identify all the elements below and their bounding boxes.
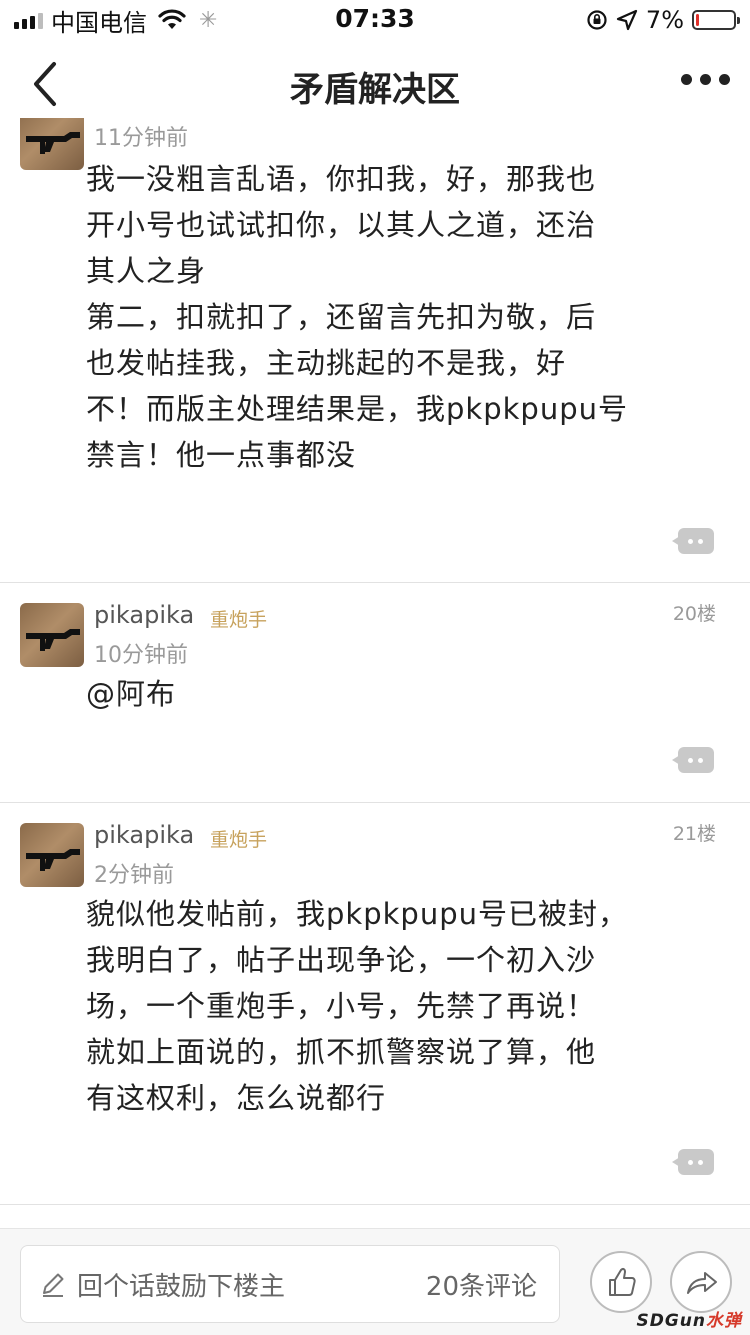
username[interactable]: pikapika (94, 601, 194, 629)
thumbs-up-icon (609, 1267, 636, 1296)
comment-time: 11分钟前 (94, 126, 188, 151)
avatar[interactable] (20, 603, 84, 667)
rifle-icon (26, 132, 80, 154)
more-dots-icon (681, 74, 692, 85)
rank-badge: 重炮手 (210, 609, 268, 631)
share-button[interactable] (670, 1251, 732, 1313)
divider (0, 1204, 750, 1205)
nav-bar: 矛盾解决区 (0, 40, 750, 128)
battery-level (696, 14, 699, 26)
watermark-logo: SDGun水弹 (636, 1311, 742, 1331)
comment-content: @阿布 (86, 677, 177, 711)
orientation-lock-icon (587, 10, 607, 30)
comment-item: pikapika 重炮手 21楼 2分钟前 貌似他发帖前，我pkpkpupu号已… (0, 803, 750, 1203)
username[interactable]: pikapika (94, 821, 194, 849)
comment-count[interactable]: 20条评论 (426, 1266, 537, 1303)
status-right: 7% (586, 6, 740, 34)
comment-content: 貌似他发帖前，我pkpkpupu号已被封， 我明白了，帖子出现争论，一个初入沙 … (86, 897, 628, 1115)
avatar[interactable] (20, 118, 84, 170)
rifle-icon (26, 629, 80, 651)
comment-item: 11分钟前 我一没粗言乱语，你扣我，好，那我也 开小号也试试扣你，以其人之道，还… (0, 118, 750, 582)
reply-button[interactable] (672, 528, 714, 554)
floor-number: 21楼 (672, 823, 716, 845)
page-title: 矛盾解决区 (290, 70, 460, 110)
comment-time: 10分钟前 (94, 643, 188, 668)
comment-list: 11分钟前 我一没粗言乱语，你扣我，好，那我也 开小号也试试扣你，以其人之道，还… (0, 118, 750, 1228)
rifle-icon (26, 849, 80, 871)
reply-input[interactable]: 回个话鼓励下楼主 20条评论 (20, 1245, 560, 1323)
comment-time: 2分钟前 (94, 863, 174, 888)
avatar[interactable] (20, 823, 84, 887)
pencil-icon (43, 1273, 64, 1297)
share-icon (687, 1272, 717, 1294)
floor-number: 20楼 (672, 603, 716, 625)
more-button[interactable] (681, 74, 730, 85)
battery-icon (692, 10, 740, 30)
reply-placeholder: 回个话鼓励下楼主 (77, 1272, 286, 1302)
reply-button[interactable] (672, 1149, 714, 1175)
battery-percent: 7% (645, 6, 684, 34)
bottom-bar: 回个话鼓励下楼主 20条评论 SDGun水弹 (0, 1228, 750, 1335)
like-button[interactable] (590, 1251, 652, 1313)
location-icon (616, 9, 638, 31)
rank-badge: 重炮手 (210, 829, 268, 851)
comment-content: 我一没粗言乱语，你扣我，好，那我也 开小号也试试扣你，以其人之道，还治 其人之身… (86, 162, 628, 472)
status-bar: 中国电信 ✳ 07:33 7% (0, 0, 750, 40)
reply-button[interactable] (672, 747, 714, 773)
comment-item: pikapika 重炮手 20楼 10分钟前 @阿布 (0, 583, 750, 801)
